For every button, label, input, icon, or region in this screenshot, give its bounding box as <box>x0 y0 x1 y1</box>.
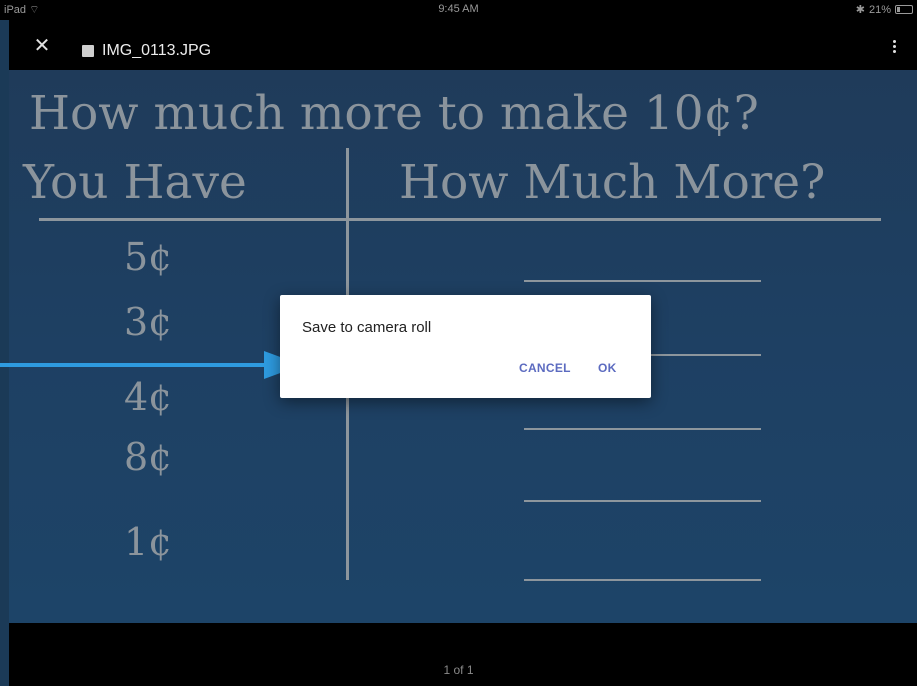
photo-header-rule <box>39 218 881 221</box>
photo-col-more: How Much More? <box>399 155 826 210</box>
photo-amount: 3¢ <box>124 300 173 344</box>
status-bar: iPad ⌔ 9:45 AM ✱ 21% <box>0 0 917 20</box>
photo-amount: 5¢ <box>124 235 173 279</box>
image-icon <box>82 45 94 57</box>
battery-status: ✱ 21% <box>856 3 913 16</box>
more-vert-icon[interactable] <box>889 38 899 62</box>
close-icon[interactable]: ✕ <box>31 34 53 57</box>
photo-amount: 1¢ <box>124 520 173 564</box>
pointer-arrow-icon <box>0 351 300 379</box>
answer-blank <box>524 579 761 581</box>
battery-percent: 21% <box>868 3 891 16</box>
photo-headline: How much more to make 10¢? <box>29 86 759 141</box>
dialog-title: Save to camera roll <box>302 319 432 336</box>
save-dialog: Save to camera roll CANCEL OK <box>280 295 651 398</box>
ok-button[interactable]: OK <box>598 361 617 375</box>
battery-fill <box>897 7 900 12</box>
answer-blank <box>524 428 761 430</box>
page-indicator: 1 of 1 <box>443 663 474 677</box>
photo-col-have: You Have <box>23 155 247 210</box>
answer-blank <box>524 500 761 502</box>
answer-blank <box>524 280 761 282</box>
bluetooth-icon: ✱ <box>855 4 865 16</box>
cancel-button[interactable]: CANCEL <box>519 361 571 375</box>
file-title: IMG_0113.JPG <box>102 42 212 59</box>
app-bar: ✕ IMG_0113.JPG <box>9 20 917 70</box>
left-margin <box>0 0 9 686</box>
battery-icon <box>895 5 913 14</box>
clock: 9:45 AM <box>438 3 479 15</box>
photo-amount: 4¢ <box>124 375 173 419</box>
photo-amount: 8¢ <box>124 435 173 479</box>
